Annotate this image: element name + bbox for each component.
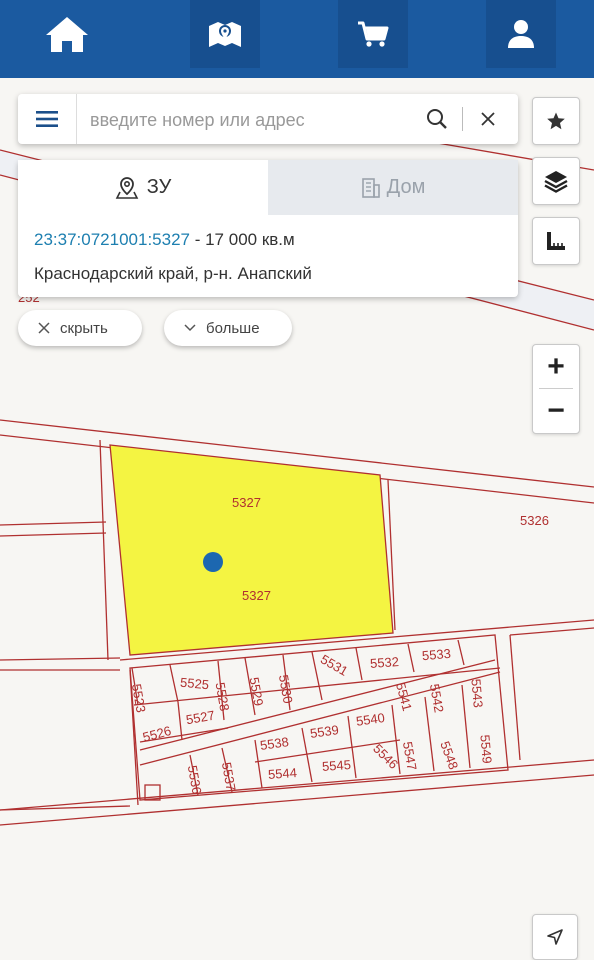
home-icon bbox=[46, 17, 88, 52]
menu-button[interactable] bbox=[18, 94, 77, 144]
map-label-5543: 5543 bbox=[468, 678, 485, 708]
zoom-out-button[interactable]: − bbox=[533, 389, 579, 432]
home-button[interactable] bbox=[32, 0, 102, 68]
top-navigation-bar bbox=[0, 0, 594, 78]
favorites-button[interactable] bbox=[532, 97, 580, 145]
search-bar bbox=[18, 94, 518, 144]
close-icon bbox=[38, 322, 50, 334]
search-icon bbox=[427, 109, 447, 129]
navigation-arrow-icon bbox=[547, 929, 563, 945]
tab-zu[interactable]: ЗУ bbox=[18, 160, 268, 215]
map-label-5327-b: 5327 bbox=[242, 588, 271, 603]
zoom-in-button[interactable]: + bbox=[533, 345, 579, 388]
parcel-info-card: ЗУ Дом 23:37:0721001:5327 - 17 000 кв.м … bbox=[18, 160, 518, 297]
star-icon bbox=[547, 112, 565, 130]
parcel-address: Краснодарский край, р-н. Анапский bbox=[34, 264, 312, 283]
cadastral-number-link[interactable]: 23:37:0721001:5327 bbox=[34, 230, 190, 249]
building-icon bbox=[361, 177, 380, 198]
hide-button-label: скрыть bbox=[60, 319, 108, 337]
map-label-5327-a: 5327 bbox=[232, 495, 261, 510]
parcel-summary: 23:37:0721001:5327 - 17 000 кв.м bbox=[34, 230, 295, 250]
hamburger-menu-icon bbox=[36, 111, 58, 127]
layers-icon bbox=[544, 171, 568, 193]
selected-parcel-5327 bbox=[109, 444, 394, 656]
map-label-5525: 5525 bbox=[180, 675, 210, 692]
zoom-controls: + − bbox=[532, 344, 580, 434]
cart-button[interactable] bbox=[338, 0, 408, 68]
locate-me-button[interactable] bbox=[532, 914, 578, 960]
parcel-marker bbox=[203, 552, 223, 572]
user-icon bbox=[508, 20, 534, 48]
tab-dom-label: Дом bbox=[386, 176, 426, 198]
search-input[interactable] bbox=[88, 103, 422, 137]
hide-button[interactable]: скрыть bbox=[18, 310, 142, 346]
ruler-button[interactable] bbox=[532, 217, 580, 265]
chevron-down-icon bbox=[184, 324, 196, 332]
map-label-5545: 5545 bbox=[321, 757, 351, 774]
search-divider bbox=[462, 107, 463, 131]
location-icon bbox=[115, 176, 139, 199]
cart-icon bbox=[358, 21, 389, 47]
tab-zu-label: ЗУ bbox=[146, 176, 172, 198]
close-icon bbox=[481, 112, 495, 126]
parcel-area: - 17 000 кв.м bbox=[190, 230, 295, 249]
map-label-5544: 5544 bbox=[267, 765, 297, 782]
map-button[interactable] bbox=[190, 0, 260, 68]
more-button-label: больше bbox=[206, 319, 260, 337]
more-button[interactable]: больше bbox=[164, 310, 292, 346]
profile-button[interactable] bbox=[486, 0, 556, 68]
search-button[interactable] bbox=[422, 104, 452, 134]
map-label-5549: 5549 bbox=[477, 734, 494, 764]
map-pin-icon bbox=[209, 22, 241, 47]
clear-search-button[interactable] bbox=[473, 104, 503, 134]
cadastral-map[interactable]: 252 5327 5327 5326 5523 5525 5528 5529 5… bbox=[0, 0, 594, 960]
map-label-5532: 5532 bbox=[370, 654, 400, 671]
tab-dom[interactable]: Дом bbox=[268, 160, 518, 215]
map-label-5533: 5533 bbox=[421, 646, 451, 663]
layers-button[interactable] bbox=[532, 157, 580, 205]
ruler-icon bbox=[547, 232, 565, 250]
map-label-5326: 5326 bbox=[520, 513, 549, 528]
